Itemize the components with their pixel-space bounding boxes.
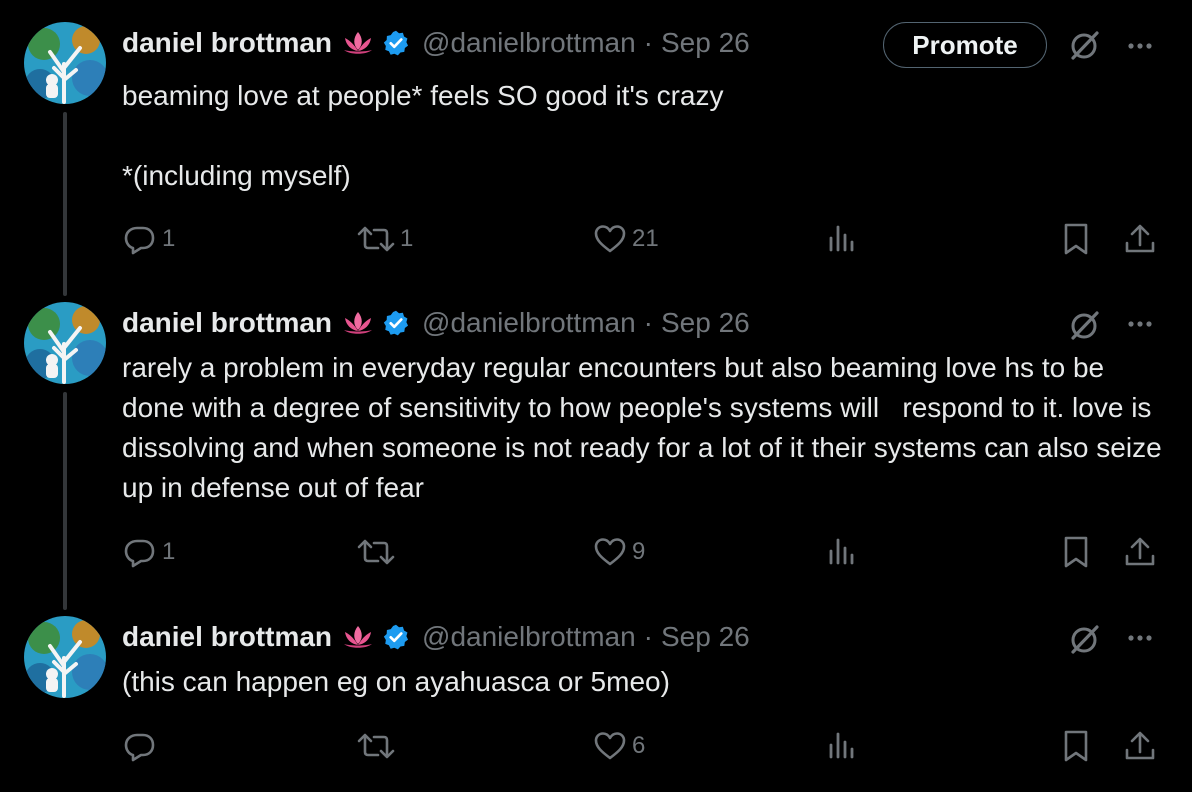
tweet-text: rarely a problem in everyday regular enc… xyxy=(122,352,1170,503)
views-icon xyxy=(826,221,860,257)
grok-icon[interactable] xyxy=(1068,28,1102,62)
tweet[interactable]: daniel brottman @danielbrottman · Sep 26… xyxy=(0,302,1192,602)
views-button[interactable] xyxy=(826,534,860,570)
avatar[interactable] xyxy=(24,22,106,104)
views-icon xyxy=(826,728,860,764)
like-button[interactable]: 9 xyxy=(592,534,645,570)
avatar[interactable] xyxy=(24,302,106,384)
like-icon xyxy=(592,534,628,570)
author-handle[interactable]: @danielbrottman xyxy=(422,27,636,59)
retweet-icon xyxy=(356,728,396,764)
retweet-count: 1 xyxy=(400,225,414,252)
separator-dot: · xyxy=(643,27,653,58)
share-button[interactable] xyxy=(1122,534,1158,570)
bookmark-icon xyxy=(1060,728,1092,764)
verified-badge-icon[interactable] xyxy=(382,29,410,57)
bookmark-icon xyxy=(1060,534,1092,570)
action-bar: 1 1 21 xyxy=(0,221,1192,257)
action-bar: 1 9 xyxy=(0,534,1192,570)
reply-count: 1 xyxy=(162,225,176,252)
tweet-text: (this can happen eg on ayahuasca or 5meo… xyxy=(122,666,670,697)
retweet-button[interactable] xyxy=(356,534,400,570)
share-button[interactable] xyxy=(1122,221,1158,257)
separator-dot: · xyxy=(643,621,653,652)
lotus-icon xyxy=(342,310,374,336)
views-button[interactable] xyxy=(826,221,860,257)
tweet[interactable]: daniel brottman @danielbrottman · Sep 26… xyxy=(0,616,1192,786)
lotus-icon xyxy=(342,30,374,56)
views-icon xyxy=(826,534,860,570)
reply-icon xyxy=(122,728,158,764)
reply-count: 1 xyxy=(162,538,176,565)
like-icon xyxy=(592,221,628,257)
author-name[interactable]: daniel brottman xyxy=(122,621,332,653)
author-name[interactable]: daniel brottman xyxy=(122,27,332,59)
tweet[interactable]: daniel brottman @danielbrottman · Sep 26… xyxy=(0,22,1192,272)
share-icon xyxy=(1122,728,1158,764)
reply-button[interactable]: 1 xyxy=(122,534,175,570)
bookmark-button[interactable] xyxy=(1060,728,1092,764)
avatar[interactable] xyxy=(24,616,106,698)
share-icon xyxy=(1122,221,1158,257)
bookmark-icon xyxy=(1060,221,1092,257)
like-count: 9 xyxy=(632,538,646,565)
like-icon xyxy=(592,728,628,764)
retweet-button[interactable]: 1 xyxy=(356,221,413,257)
more-icon[interactable] xyxy=(1124,30,1156,62)
promote-button[interactable]: Promote xyxy=(883,22,1047,68)
bookmark-button[interactable] xyxy=(1060,221,1092,257)
tweet-date[interactable]: Sep 26 xyxy=(661,27,750,59)
retweet-button[interactable] xyxy=(356,728,400,764)
author-name[interactable]: daniel brottman xyxy=(122,307,332,339)
more-icon[interactable] xyxy=(1124,622,1156,654)
tweet-text: beaming love at people* feels SO good it… xyxy=(122,80,724,191)
views-button[interactable] xyxy=(826,728,860,764)
like-count: 6 xyxy=(632,732,646,759)
author-handle[interactable]: @danielbrottman xyxy=(422,621,636,653)
like-button[interactable]: 21 xyxy=(592,221,659,257)
reply-icon xyxy=(122,221,158,257)
bookmark-button[interactable] xyxy=(1060,534,1092,570)
action-bar: 6 xyxy=(0,728,1192,764)
share-button[interactable] xyxy=(1122,728,1158,764)
grok-icon[interactable] xyxy=(1068,622,1102,656)
like-button[interactable]: 6 xyxy=(592,728,645,764)
separator-dot: · xyxy=(643,307,653,338)
tweet-date[interactable]: Sep 26 xyxy=(661,621,750,653)
lotus-icon xyxy=(342,624,374,650)
retweet-icon xyxy=(356,221,396,257)
author-handle[interactable]: @danielbrottman xyxy=(422,307,636,339)
reply-button[interactable] xyxy=(122,728,162,764)
verified-badge-icon[interactable] xyxy=(382,309,410,337)
verified-badge-icon[interactable] xyxy=(382,623,410,651)
more-icon[interactable] xyxy=(1124,308,1156,340)
reply-button[interactable]: 1 xyxy=(122,221,175,257)
retweet-icon xyxy=(356,534,396,570)
grok-icon[interactable] xyxy=(1068,308,1102,342)
share-icon xyxy=(1122,534,1158,570)
tweet-date[interactable]: Sep 26 xyxy=(661,307,750,339)
reply-icon xyxy=(122,534,158,570)
like-count: 21 xyxy=(632,225,659,252)
